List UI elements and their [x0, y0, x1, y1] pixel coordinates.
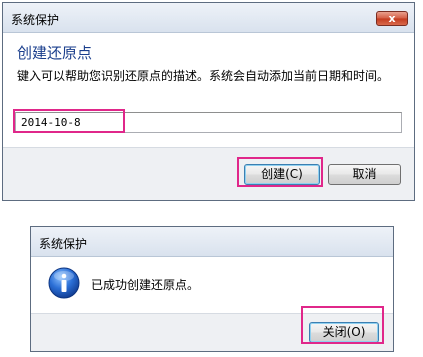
close-icon: x	[388, 12, 396, 25]
cancel-button[interactable]: 取消	[328, 164, 401, 185]
window-close-button[interactable]: x	[376, 11, 408, 26]
create-restore-point-dialog: 系统保护 x 创建还原点 键入可以帮助您识别还原点的描述。系统会自动添加当前日期…	[2, 2, 415, 201]
highlight-box-create-button	[237, 157, 323, 187]
window-title: 系统保护	[11, 13, 60, 27]
dialog-content: 已成功创建还原点。	[31, 257, 393, 313]
dialog-heading: 创建还原点	[17, 44, 93, 62]
title-bar: 系统保护 x	[3, 3, 414, 33]
dialog-description: 键入可以帮助您识别还原点的描述。系统会自动添加当前日期和时间。	[17, 69, 390, 83]
highlight-box-input	[13, 109, 125, 133]
info-icon	[48, 267, 80, 299]
success-message: 已成功创建还原点。	[91, 278, 200, 292]
dialog-footer: 创建(C) 取消	[3, 147, 414, 200]
window-title: 系统保护	[39, 237, 88, 251]
highlight-box-close-button	[301, 306, 384, 344]
page: 系统保护 x 创建还原点 键入可以帮助您识别还原点的描述。系统会自动添加当前日期…	[0, 0, 423, 357]
title-bar: 系统保护	[31, 227, 393, 257]
